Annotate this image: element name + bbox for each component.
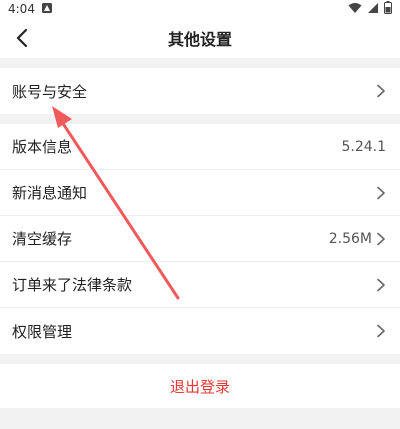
back-button[interactable] xyxy=(10,26,34,50)
settings-group-account: 账号与安全 xyxy=(0,68,400,114)
settings-item-clear-cache[interactable]: 清空缓存 2.56M xyxy=(0,216,400,262)
section-gap xyxy=(0,114,400,124)
version-value: 5.24.1 xyxy=(341,138,386,155)
cache-size-value: 2.56M xyxy=(328,230,372,247)
status-bar: 4:04 xyxy=(0,0,400,18)
settings-item-account-security[interactable]: 账号与安全 xyxy=(0,68,400,114)
app-header: 其他设置 xyxy=(0,18,400,58)
settings-item-label: 订单来了法律条款 xyxy=(12,276,133,294)
section-gap xyxy=(0,58,400,68)
settings-item-label: 账号与安全 xyxy=(12,82,88,101)
status-time: 4:04 xyxy=(8,2,35,16)
notification-icon xyxy=(41,2,53,17)
settings-item-notifications[interactable]: 新消息通知 xyxy=(0,170,400,216)
logout-button[interactable]: 退出登录 xyxy=(170,376,230,397)
battery-icon xyxy=(384,1,392,17)
settings-group-general: 版本信息 5.24.1 新消息通知 清空缓存 2.56M 订单来了法律条款 权限… xyxy=(0,124,400,354)
chevron-right-icon xyxy=(377,324,385,338)
settings-item-label: 权限管理 xyxy=(12,322,73,341)
chevron-right-icon xyxy=(377,232,385,245)
page-title: 其他设置 xyxy=(167,30,232,49)
settings-item-legal-terms[interactable]: 订单来了法律条款 xyxy=(0,262,400,308)
chevron-right-icon xyxy=(377,186,385,199)
settings-item-label: 版本信息 xyxy=(12,138,73,156)
settings-item-label: 清空缓存 xyxy=(12,230,73,248)
settings-item-permissions[interactable]: 权限管理 xyxy=(0,308,400,354)
chevron-right-icon xyxy=(377,84,385,98)
chevron-right-icon xyxy=(377,278,385,291)
wifi-icon xyxy=(348,2,362,17)
settings-item-label: 新消息通知 xyxy=(12,184,88,202)
chevron-left-icon xyxy=(16,28,28,48)
settings-item-version-info[interactable]: 版本信息 5.24.1 xyxy=(0,124,400,170)
signal-icon xyxy=(367,2,379,17)
logout-section: 退出登录 xyxy=(0,364,400,408)
